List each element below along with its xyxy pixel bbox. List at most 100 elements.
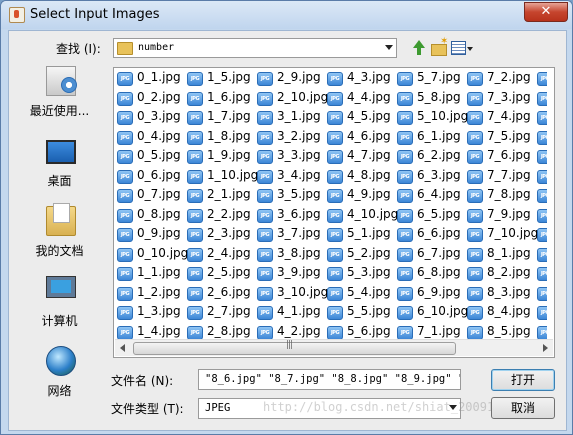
chevron-down-icon[interactable] (449, 405, 457, 410)
title-bar[interactable]: Select Input Images ✕ (1, 1, 572, 29)
look-in-combobox[interactable]: number (113, 38, 397, 58)
folder-icon (117, 42, 133, 55)
file-name: 2_8.jpg (207, 323, 251, 338)
places-sidebar: 最近使用... 桌面 我的文档 计算机 网络 (19, 64, 100, 398)
scroll-right-icon[interactable] (537, 340, 553, 356)
horizontal-scrollbar[interactable] (115, 339, 553, 356)
file-name: 0_9.jpg (137, 226, 181, 240)
file-name: 6_9.jpg (417, 284, 461, 299)
file-name: 2_3.jpg (207, 226, 251, 240)
file-name: 6_3.jpg (417, 167, 461, 182)
file-name: 2_6.jpg (207, 284, 251, 299)
jpg-file-icon: JPG (117, 306, 133, 320)
jpg-file-icon: JPG (187, 72, 203, 86)
dialog-window: Select Input Images ✕ 查找 (I): number 最近使… (0, 0, 573, 435)
place-desktop[interactable]: 桌面 (19, 134, 100, 192)
open-button[interactable]: 打开 (491, 369, 555, 391)
computer-icon (46, 276, 76, 298)
file-name: 4_4.jpg (347, 89, 391, 104)
jpg-file-icon: JPG (537, 189, 547, 203)
file-name: 4_5.jpg (347, 109, 391, 123)
file-name: 4_6.jpg (347, 128, 391, 143)
file-name: 2_7.jpg (207, 304, 251, 318)
jpg-file-icon: JPG (187, 150, 203, 164)
jpg-file-icon: JPG (467, 306, 483, 320)
cancel-button[interactable]: 取消 (491, 397, 555, 419)
java-app-icon (9, 7, 25, 23)
close-button[interactable]: ✕ (524, 2, 568, 22)
up-one-level-icon[interactable] (411, 39, 429, 57)
file-name: 0_8.jpg (137, 206, 181, 221)
file-name: 5_3.jpg (347, 265, 391, 279)
file-name: 4_8.jpg (347, 167, 391, 182)
jpg-file-icon: JPG (117, 169, 133, 184)
file-name: 1_2.jpg (137, 284, 181, 299)
file-name: 7_3.jpg (487, 89, 531, 104)
jpg-file-icon: JPG (467, 286, 483, 301)
file-name: 0_7.jpg (137, 187, 181, 201)
chevron-down-icon[interactable] (385, 45, 393, 50)
file-name: 2_4.jpg (207, 245, 251, 260)
jpg-file-icon: JPG (467, 208, 483, 223)
jpg-file-icon: JPG (187, 306, 203, 320)
file-name: 0_1.jpg (137, 70, 181, 84)
file-name-input[interactable]: "8_6.jpg" "8_7.jpg" "8_8.jpg" "8_9.jpg" … (198, 369, 461, 390)
file-name: 2_9.jpg (277, 70, 321, 84)
file-list[interactable]: JPG 0_1.jpg JPG 0_2.jpg JPG 0_3.jpg JPG 0_4.jpg… (113, 67, 555, 358)
jpg-file-icon: JPG (397, 228, 413, 242)
jpg-file-icon: JPG (537, 247, 547, 262)
jpg-file-icon: JPG (467, 189, 483, 203)
scrollbar-thumb[interactable] (133, 340, 456, 355)
view-menu-icon[interactable] (450, 39, 474, 57)
new-folder-icon[interactable] (430, 36, 448, 57)
file-name: 2_5.jpg (207, 265, 251, 279)
file-name: 1_5.jpg (207, 70, 251, 84)
place-recent[interactable]: 最近使用... (19, 64, 100, 122)
jpg-file-icon: JPG (257, 189, 273, 203)
place-network[interactable]: 网络 (19, 344, 100, 402)
jpg-file-icon: JPG (117, 111, 133, 125)
jpg-file-icon: JPG (537, 169, 547, 184)
jpg-file-icon: JPG (117, 228, 133, 242)
file-name: 3_1.jpg (277, 109, 321, 123)
file-name: 3_5.jpg (277, 187, 321, 201)
jpg-file-icon: JPG (467, 91, 483, 106)
file-name: 7_7.jpg (487, 167, 531, 182)
jpg-file-icon: JPG (327, 228, 343, 242)
file-name: 3_9.jpg (277, 265, 321, 279)
jpg-file-icon: JPG (397, 111, 413, 125)
jpg-file-icon: JPG (187, 189, 203, 203)
file-name: 4_1.jpg (277, 304, 321, 318)
place-documents[interactable]: 我的文档 (19, 203, 100, 262)
file-name: 1_8.jpg (207, 128, 251, 143)
file-grid: JPG 0_1.jpg JPG 0_2.jpg JPG 0_3.jpg JPG 0_4.jpg… (117, 69, 547, 339)
file-name: 6_5.jpg (417, 206, 461, 221)
jpg-file-icon: JPG (327, 208, 343, 223)
look-in-label: 查找 (I): (56, 42, 101, 56)
jpg-file-icon: JPG (117, 72, 133, 86)
file-type-select[interactable]: JPEG (198, 398, 461, 419)
jpg-file-icon: JPG (117, 267, 133, 281)
jpg-file-icon: JPG (187, 286, 203, 301)
jpg-file-icon: JPG (397, 247, 413, 262)
file-name: 3_7.jpg (277, 226, 321, 240)
file-name: 7_5.jpg (487, 128, 531, 143)
jpg-file-icon: JPG (117, 150, 133, 164)
jpg-file-icon: JPG (257, 228, 273, 242)
place-label: 我的文档 (35, 244, 84, 258)
jpg-file-icon: JPG (537, 111, 547, 125)
file-name: 3_8.jpg (277, 245, 321, 260)
file-name: 1_7.jpg (207, 109, 251, 123)
file-name: 6_7.jpg (417, 245, 461, 260)
jpg-file-icon: JPG (327, 111, 343, 125)
jpg-file-icon: JPG (327, 91, 343, 106)
jpg-file-icon: JPG (467, 228, 483, 242)
jpg-file-icon: JPG (467, 325, 483, 339)
file-name: 6_8.jpg (417, 265, 461, 279)
jpg-file-icon: JPG (327, 286, 343, 301)
jpg-file-icon: JPG (117, 208, 133, 223)
scroll-left-icon[interactable] (115, 340, 131, 356)
jpg-file-icon: JPG (257, 72, 273, 86)
jpg-file-icon: JPG (327, 72, 343, 86)
place-computer[interactable]: 计算机 (19, 274, 100, 332)
